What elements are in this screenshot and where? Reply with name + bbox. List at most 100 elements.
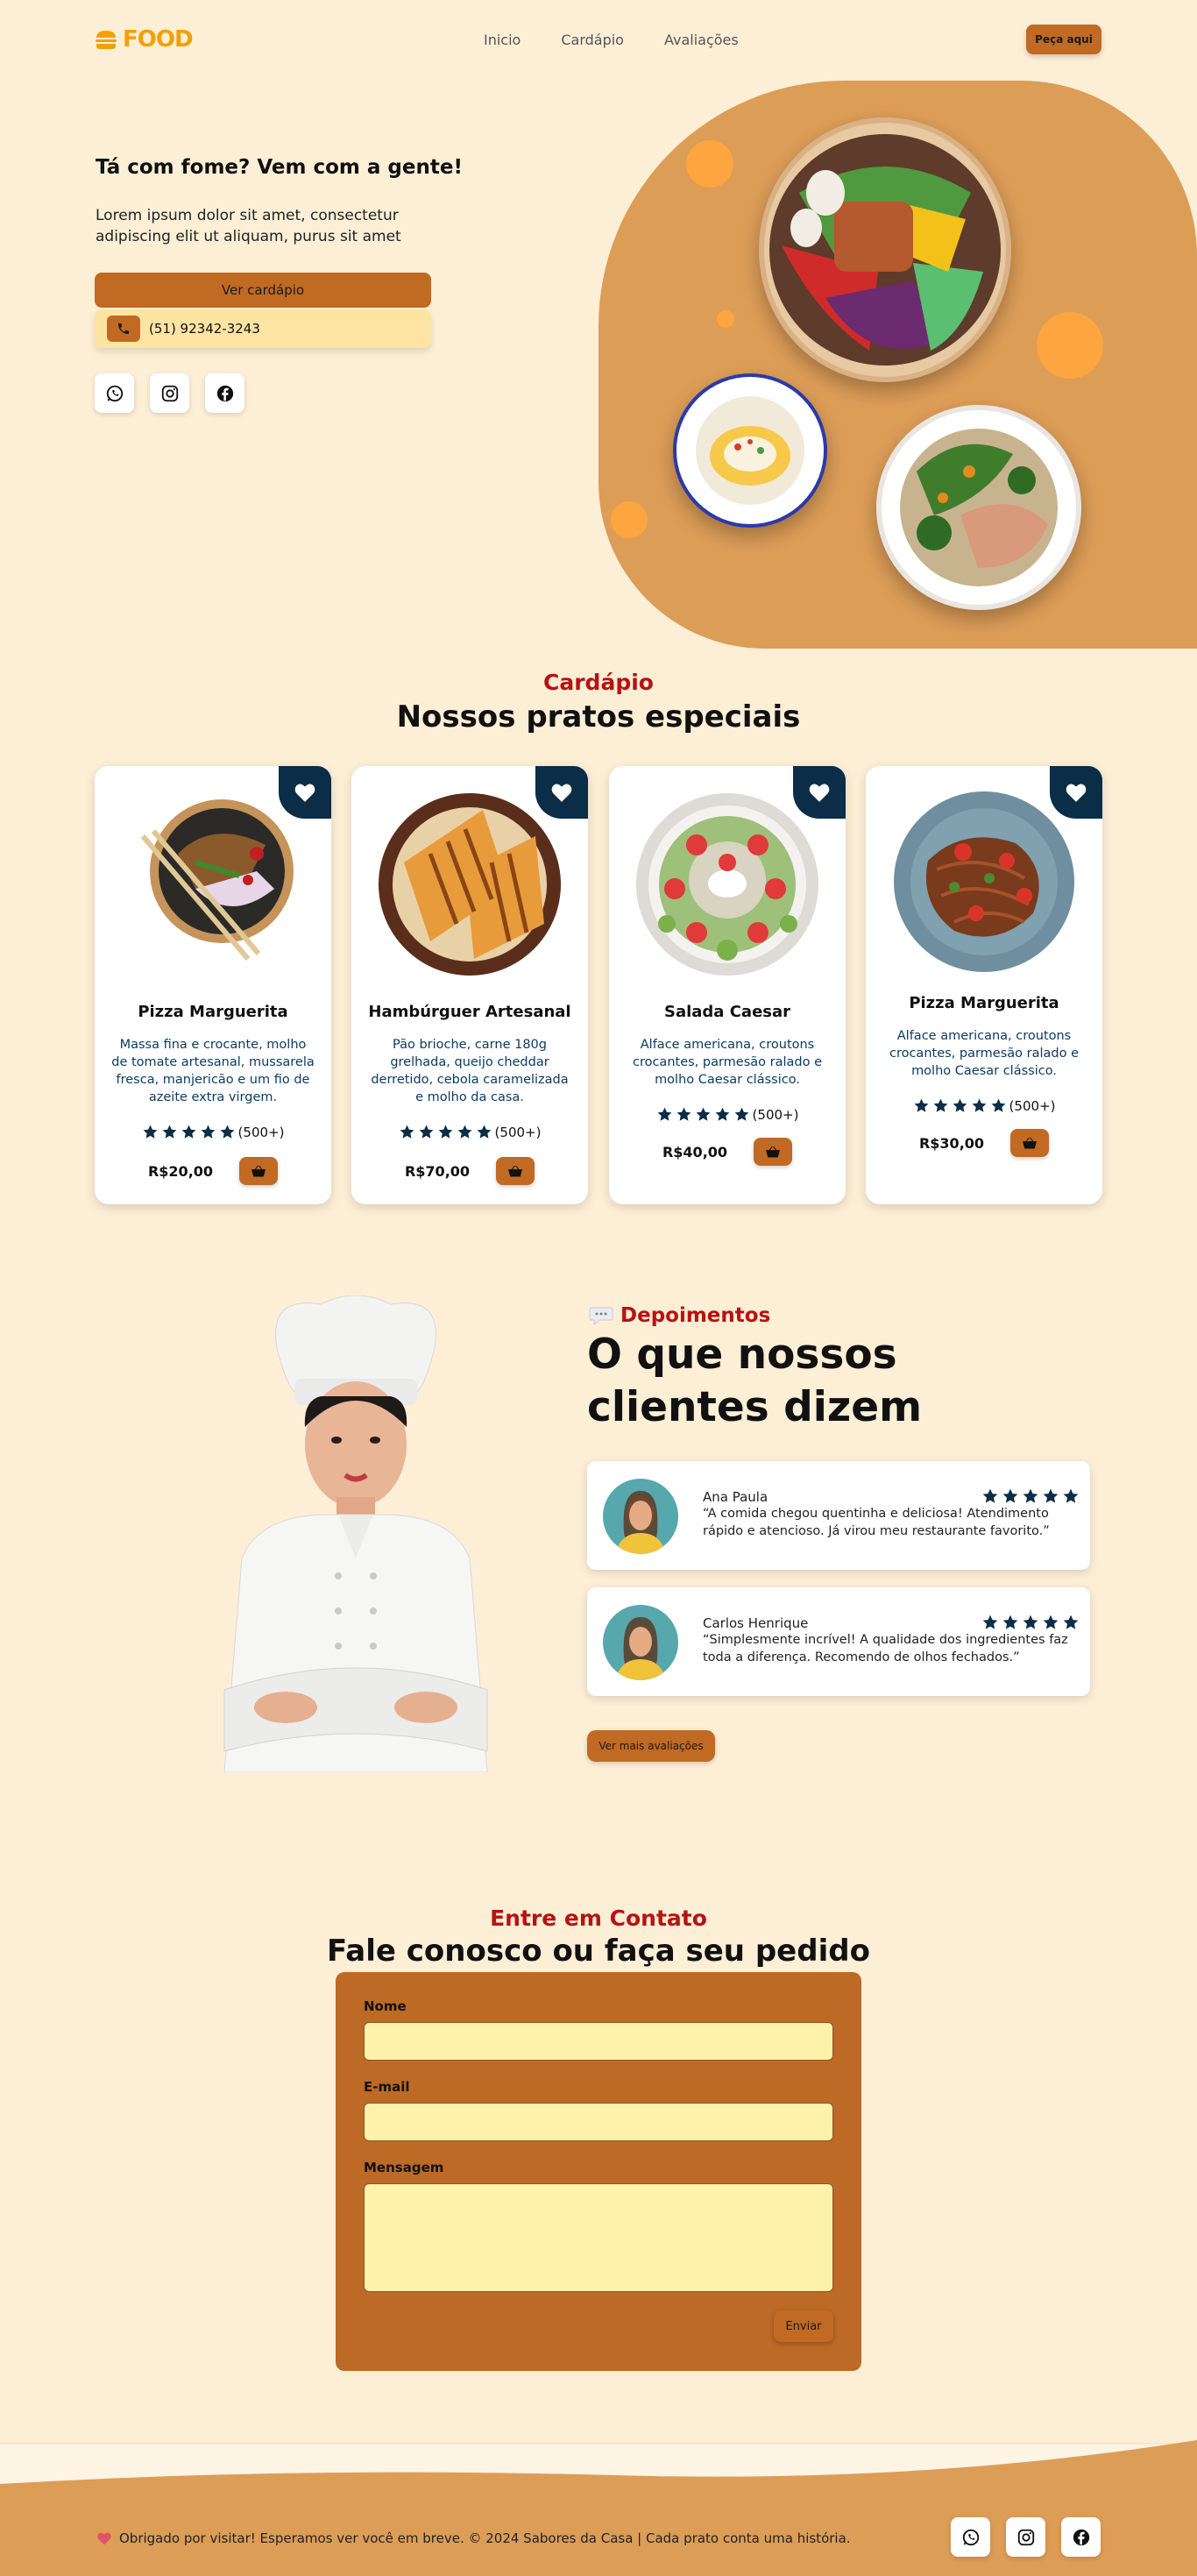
basket-icon — [508, 1165, 523, 1177]
name-field[interactable] — [364, 2022, 833, 2061]
dish-name: Salada Caesar — [663, 1003, 791, 1021]
star-icon — [734, 1107, 748, 1121]
speech-bubble-icon — [589, 1307, 613, 1326]
star-icon — [220, 1125, 234, 1139]
review-card: Ana Paula “A comida chegou quentinha e d… — [587, 1461, 1090, 1570]
dish-image — [125, 792, 301, 968]
hero-dish-small — [673, 373, 827, 528]
add-to-cart-button[interactable] — [239, 1157, 279, 1185]
logo-text: FOOD — [123, 26, 194, 53]
more-reviews-button[interactable]: Ver mais avaliações — [587, 1730, 715, 1762]
instagram-icon[interactable] — [150, 373, 189, 413]
dish-description: Pão brioche, carne 180g grelhada, queijo… — [371, 1038, 569, 1104]
card-footer: R$70,00 — [351, 1157, 588, 1185]
email-field[interactable] — [364, 2103, 833, 2141]
whatsapp-icon[interactable] — [951, 2517, 990, 2557]
message-field[interactable] — [364, 2183, 833, 2292]
review-stars — [981, 1487, 1080, 1505]
dish-price: R$30,00 — [918, 1134, 985, 1152]
star-rating: (500+) — [95, 1124, 331, 1140]
star-icon — [181, 1125, 195, 1139]
view-menu-button[interactable]: Ver cardápio — [95, 273, 431, 308]
star-icon — [143, 1125, 157, 1139]
footer-text-label: Obrigado por visitar! Esperamos ver você… — [119, 2530, 851, 2546]
card-footer: R$40,00 — [609, 1138, 846, 1166]
hero-dish-plate — [876, 405, 1081, 610]
star-icon — [1043, 1614, 1059, 1629]
facebook-icon[interactable] — [1061, 2517, 1101, 2557]
menu-card: Pizza Marguerita Massa fina e crocante, … — [95, 766, 331, 1204]
star-rating: (500+) — [609, 1106, 846, 1123]
decor-circle — [611, 501, 648, 538]
dish-description: Alface americana, croutons crocantes, pa… — [632, 1038, 823, 1087]
nav-link-avaliacoes[interactable]: Avaliações — [664, 32, 739, 48]
star-rating: (500+) — [866, 1097, 1102, 1114]
review-count: (500+) — [1009, 1097, 1056, 1114]
menu-section-title: Nossos pratos especiais — [396, 699, 801, 734]
star-icon — [982, 1488, 998, 1503]
card-footer: R$20,00 — [95, 1157, 331, 1185]
dish-name: Hambúrguer Artesanal — [368, 1003, 571, 1021]
star-icon — [1002, 1488, 1018, 1503]
star-icon — [676, 1107, 691, 1121]
dish-image — [635, 792, 819, 976]
star-icon — [457, 1125, 471, 1139]
contact-section-label: Entre em Contato — [490, 1905, 707, 1931]
dish-price: R$20,00 — [147, 1162, 214, 1180]
basket-icon — [251, 1165, 266, 1177]
star-icon — [1002, 1614, 1018, 1629]
logo[interactable]: FOOD — [95, 26, 194, 53]
dish-price: R$70,00 — [404, 1162, 471, 1180]
star-icon — [1043, 1488, 1059, 1503]
menu-card: Pizza Marguerita Alface americana, crout… — [866, 766, 1102, 1204]
star-icon — [953, 1098, 967, 1112]
star-icon — [696, 1107, 710, 1121]
add-to-cart-button[interactable] — [754, 1138, 793, 1166]
star-icon — [1063, 1614, 1079, 1629]
name-label: Nome — [364, 1998, 407, 2014]
nav-link-inicio[interactable]: Inicio — [484, 32, 521, 48]
whatsapp-icon[interactable] — [95, 373, 134, 413]
send-button[interactable]: Enviar — [774, 2310, 833, 2342]
star-icon — [914, 1098, 928, 1112]
footer-socials — [951, 2517, 1101, 2557]
review-card: Carlos Henrique “Simplesmente incrível! … — [587, 1587, 1090, 1696]
avatar — [603, 1605, 678, 1680]
star-icon — [438, 1125, 452, 1139]
add-to-cart-button[interactable] — [496, 1157, 535, 1185]
facebook-icon[interactable] — [205, 373, 244, 413]
decor-circle — [686, 140, 733, 188]
phone-icon — [107, 316, 140, 342]
star-icon — [400, 1125, 414, 1139]
instagram-icon[interactable] — [1006, 2517, 1045, 2557]
hero-dish-bowl — [759, 117, 1011, 382]
review-text: “A comida chegou quentinha e deliciosa! … — [703, 1507, 1050, 1538]
hero-title: Tá com fome? Vem com a gente! — [96, 156, 463, 179]
star-icon — [419, 1125, 433, 1139]
dish-image — [893, 791, 1075, 973]
email-label: E-mail — [364, 2079, 410, 2095]
message-label: Mensagem — [364, 2160, 444, 2175]
star-icon — [715, 1107, 729, 1121]
dish-image — [378, 792, 562, 976]
star-icon — [982, 1614, 998, 1629]
decor-circle — [717, 310, 734, 328]
dish-description: Alface americana, croutons crocantes, pa… — [889, 1029, 1080, 1078]
contact-section-title: Fale conosco ou faça seu pedido — [327, 1934, 870, 1969]
nav-link-cardapio[interactable]: Cardápio — [561, 32, 624, 48]
review-count: (500+) — [237, 1124, 285, 1140]
dish-name: Pizza Marguerita — [909, 994, 1059, 1012]
reviewer-name: Ana Paula — [703, 1489, 768, 1505]
order-button[interactable]: Peça aqui — [1026, 25, 1101, 54]
star-icon — [201, 1125, 215, 1139]
star-icon — [657, 1107, 671, 1121]
star-rating: (500+) — [351, 1124, 588, 1140]
add-to-cart-button[interactable] — [1010, 1129, 1050, 1157]
basket-icon — [766, 1146, 781, 1158]
reviewer-name: Carlos Henrique — [703, 1615, 809, 1631]
review-count: (500+) — [494, 1124, 542, 1140]
phone-contact[interactable]: (51) 92342-3243 — [95, 309, 431, 348]
heart-icon — [97, 2532, 111, 2545]
review-text: “Simplesmente incrível! A qualidade dos … — [703, 1633, 1068, 1664]
menu-card: Salada Caesar Alface americana, croutons… — [609, 766, 846, 1204]
